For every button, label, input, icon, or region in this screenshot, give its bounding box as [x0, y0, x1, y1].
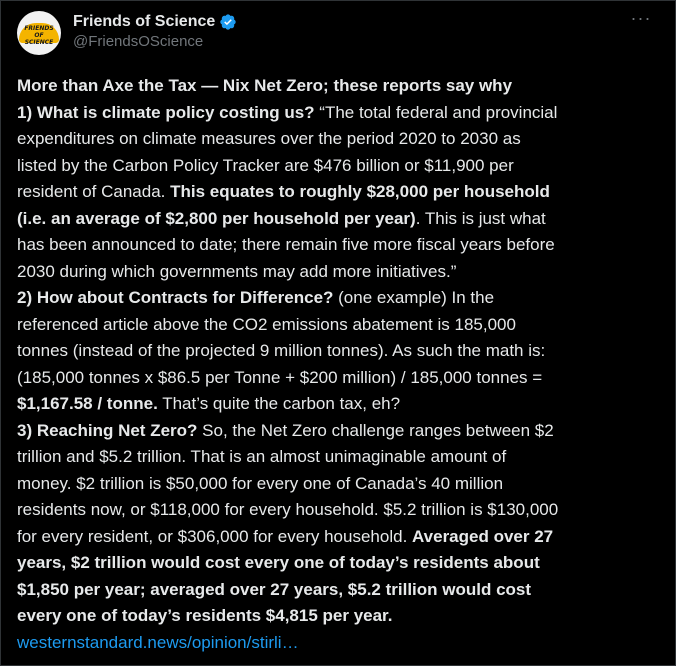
- more-options-icon[interactable]: ···: [625, 9, 657, 33]
- text-span: So, the Net Zero challenge ranges betwee…: [197, 420, 554, 440]
- text-line: years, $2 trillion would cost every one …: [17, 550, 661, 577]
- text-line: trillion and $5.2 trillion. That is an a…: [17, 447, 507, 466]
- text-line: 2030 during which governments may add mo…: [17, 261, 457, 281]
- text-line: expenditures on climate measures over th…: [17, 129, 521, 148]
- text-line: for every resident, or $306,000 for ever…: [17, 524, 661, 551]
- text-line: 1) What is climate policy costing us? “T…: [17, 100, 661, 127]
- verified-badge-icon[interactable]: [219, 13, 237, 31]
- avatar-logo-text: FRIENDS OF SCIENCE: [24, 25, 54, 46]
- text-line: resident of Canada. This equates to roug…: [17, 179, 661, 206]
- bold-span: This equates to roughly $28,000 per hous…: [170, 182, 550, 201]
- bold-span: every one of today’s residents $4,815 pe…: [17, 606, 393, 625]
- text-line: money. $2 trillion is $50,000 for every …: [17, 473, 504, 493]
- tweet-header: FRIENDS OF SCIENCE Friends of Science @F…: [17, 9, 657, 61]
- text-line: every one of today’s residents $4,815 pe…: [17, 603, 661, 630]
- text-span: That’s quite the carbon tax, eh?: [157, 394, 401, 413]
- text-line: westernstandard.news/opinion/stirli…: [17, 630, 661, 657]
- author-display-name[interactable]: Friends of Science: [73, 13, 215, 31]
- section-3-heading: 3) Reaching Net Zero?: [17, 420, 198, 440]
- text-line: listed by the Carbon Policy Tracker are …: [17, 155, 514, 175]
- text-line: (i.e. an average of $2,800 per household…: [17, 206, 661, 233]
- tweet-title: More than Axe the Tax — Nix Net Zero; th…: [17, 76, 513, 95]
- text-line: has been announced to date; there remain…: [17, 235, 555, 254]
- tweet-card: FRIENDS OF SCIENCE Friends of Science @F…: [0, 0, 676, 666]
- text-line: referenced article above the CO2 emissio…: [17, 314, 516, 334]
- text-line: 3) Reaching Net Zero? So, the Net Zero c…: [17, 418, 661, 445]
- avatar[interactable]: FRIENDS OF SCIENCE: [17, 11, 61, 55]
- bold-span: $1,167.58 / tonne.: [17, 394, 158, 413]
- text-span: for every resident, or $306,000 for ever…: [17, 526, 413, 546]
- text-line: (185,000 tonnes x $86.5 per Tonne + $200…: [17, 367, 543, 387]
- text-span: . This is just what: [415, 208, 546, 228]
- section-1-heading: 1) What is climate policy costing us?: [17, 102, 315, 122]
- tweet-text: More than Axe the Tax — Nix Net Zero; th…: [17, 73, 661, 656]
- text-line: tonnes (instead of the projected 9 milli…: [17, 341, 546, 360]
- bold-span: years, $2 trillion would cost every one …: [17, 553, 540, 572]
- text-span: “The total federal and provincial: [314, 102, 558, 122]
- bold-span: $1,850 per year; averaged over 27 years,…: [17, 579, 532, 599]
- text-line: $1,167.58 / tonne. That’s quite the carb…: [17, 391, 661, 418]
- author-name-row: Friends of Science: [73, 11, 237, 33]
- section-2-heading: 2) How about Contracts for Difference?: [17, 288, 334, 307]
- text-line: residents now, or $118,000 for every hou…: [17, 500, 559, 519]
- text-line: $1,850 per year; averaged over 27 years,…: [17, 577, 661, 604]
- article-link[interactable]: westernstandard.news/opinion/stirli…: [17, 633, 299, 652]
- author-handle[interactable]: @FriendsOScience: [73, 33, 203, 50]
- text-span: resident of Canada.: [17, 182, 171, 201]
- text-line: More than Axe the Tax — Nix Net Zero; th…: [17, 73, 661, 100]
- bold-span: (i.e. an average of $2,800 per household…: [17, 208, 416, 228]
- bold-span: Averaged over 27: [412, 526, 554, 546]
- text-span: (one example) In the: [333, 288, 495, 307]
- text-line: 2) How about Contracts for Difference? (…: [17, 285, 661, 312]
